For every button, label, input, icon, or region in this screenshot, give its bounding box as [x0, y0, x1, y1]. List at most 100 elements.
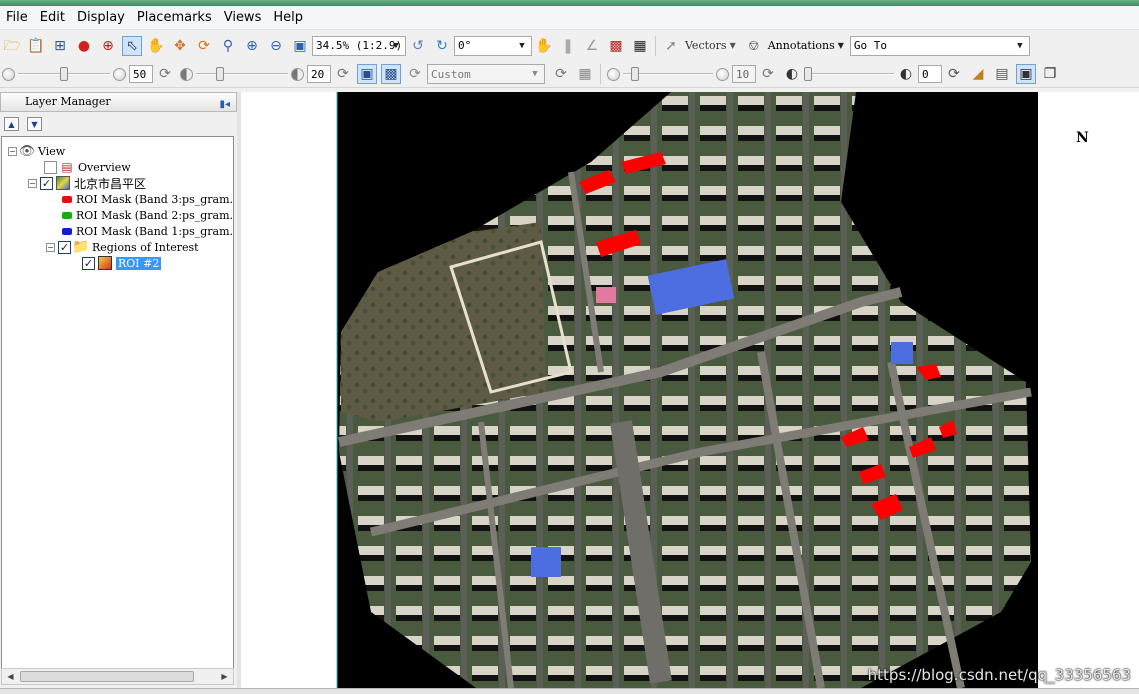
- menu-display[interactable]: Display: [71, 8, 131, 28]
- stretch-combo[interactable]: Custom ▼: [427, 64, 545, 84]
- annotations-icon[interactable]: ⎊: [744, 36, 764, 56]
- overview-checkbox[interactable]: [44, 160, 57, 174]
- chevron-down-icon: ▼: [729, 41, 736, 50]
- tree-item-overview[interactable]: ▤ Overview: [44, 159, 131, 175]
- placemark-pin-icon[interactable]: ●: [74, 36, 94, 56]
- goto-value: Go To: [853, 39, 888, 52]
- transparency-field[interactable]: 0: [918, 65, 942, 83]
- annotations-dropdown[interactable]: Annotations: [768, 39, 835, 52]
- chevron-down-icon: ▼: [532, 69, 538, 79]
- status-bar: [0, 688, 1139, 694]
- rotate-icon[interactable]: ⟳: [194, 36, 214, 56]
- sharpen-slider[interactable]: [623, 64, 713, 84]
- menu-file[interactable]: File: [0, 8, 34, 28]
- slider-thumb[interactable]: [216, 67, 224, 81]
- reset-contrast-icon[interactable]: ⟳: [333, 64, 353, 84]
- brightness-slider[interactable]: [18, 64, 110, 84]
- reset-stretch-icon[interactable]: ⟳: [551, 64, 571, 84]
- slider-track: [804, 73, 894, 75]
- stretch-refresh-icon[interactable]: ⟳: [405, 64, 425, 84]
- rotate-right-icon[interactable]: ↻: [432, 36, 452, 56]
- dock-pin-icon[interactable]: ▮◂: [219, 96, 230, 114]
- transparency-low-icon: ◐: [785, 66, 799, 82]
- menu-placemarks[interactable]: Placemarks: [131, 8, 218, 28]
- chart-window-icon[interactable]: ▤: [992, 64, 1012, 84]
- contrast-field[interactable]: 20: [307, 65, 331, 83]
- open-folder-icon[interactable]: 🗁: [2, 36, 22, 56]
- multi-view-icon[interactable]: ❐: [1040, 64, 1060, 84]
- roi-checkbox[interactable]: ✓: [82, 256, 95, 270]
- sharpen-field[interactable]: 10: [732, 65, 756, 83]
- blue-roof: [531, 547, 561, 577]
- slider-thumb[interactable]: [631, 67, 639, 81]
- stretch-view-icon[interactable]: ▩: [381, 64, 401, 84]
- vectors-dropdown[interactable]: Vectors: [685, 39, 727, 52]
- contrast-high-icon: [291, 67, 304, 81]
- roi-tool-icon[interactable]: ▩: [606, 36, 626, 56]
- collapse-toggle[interactable]: −: [28, 178, 37, 188]
- blue-roof: [891, 342, 913, 364]
- reset-transparency-icon[interactable]: ⟳: [944, 64, 964, 84]
- single-view-icon[interactable]: ▣: [1016, 64, 1036, 84]
- tree-horizontal-scrollbar[interactable]: ◀ ▶: [1, 668, 234, 685]
- fly-icon[interactable]: ✥: [170, 36, 190, 56]
- zoom-in-icon[interactable]: ⊕: [242, 36, 262, 56]
- collapse-toggle[interactable]: −: [46, 242, 55, 252]
- layer-manager-title: Layer Manager ▮◂: [0, 92, 237, 112]
- green-band-icon: [62, 211, 72, 219]
- scroll-thumb[interactable]: [20, 671, 194, 682]
- collapse-toggle[interactable]: −: [8, 146, 17, 156]
- vectors-icon[interactable]: ➚: [661, 36, 681, 56]
- scroll-left-icon[interactable]: ◀: [2, 669, 19, 684]
- transparency-slider[interactable]: [804, 64, 894, 84]
- move-up-button[interactable]: ▲: [4, 117, 19, 131]
- rotate-left-icon[interactable]: ↺: [408, 36, 428, 56]
- zoom-icon[interactable]: ⚲: [218, 36, 238, 56]
- goto-combo[interactable]: Go To ▼: [849, 35, 1030, 56]
- slider-thumb[interactable]: [804, 67, 812, 81]
- move-down-button[interactable]: ▼: [27, 117, 42, 131]
- pan-hand-icon[interactable]: ✋: [146, 36, 166, 56]
- stretch-full-icon[interactable]: ▣: [357, 64, 377, 84]
- tree-item-roi-2[interactable]: ✓ ROI #2: [82, 255, 162, 271]
- eye-icon: 👁: [18, 143, 36, 159]
- red-band-icon: [62, 195, 72, 203]
- transparency-high-icon: ◐: [899, 66, 913, 82]
- reset-brightness-icon[interactable]: ⟳: [155, 64, 175, 84]
- bars-icon[interactable]: ❚: [558, 36, 578, 56]
- raster-checkbox[interactable]: ✓: [40, 176, 53, 190]
- menu-bar: File Edit Display Placemarks Views Help: [0, 6, 1139, 30]
- brightness-field[interactable]: 50: [129, 65, 153, 83]
- histogram-icon[interactable]: ▦: [575, 64, 595, 84]
- menu-help[interactable]: Help: [267, 8, 309, 28]
- tree-item-regions-of-interest[interactable]: − ✓ 📁 Regions of Interest: [46, 239, 199, 255]
- zoom-out-icon[interactable]: ⊖: [266, 36, 286, 56]
- tree-item-band-2[interactable]: ROI Mask (Band 2:ps_gram.: [60, 207, 233, 223]
- toolbar-separator: [655, 35, 656, 56]
- crop-icon[interactable]: ⊞: [50, 36, 70, 56]
- slider-thumb[interactable]: [60, 67, 68, 81]
- ruler-icon[interactable]: ◢: [968, 64, 988, 84]
- select-pointer-icon[interactable]: ⬁: [122, 35, 142, 56]
- tree-item-view[interactable]: − 👁 View: [8, 143, 65, 159]
- tree-item-band-1[interactable]: ROI Mask (Band 1:ps_gram.: [60, 223, 233, 239]
- clipboard-icon[interactable]: 📋: [26, 36, 46, 56]
- tree-item-band-3[interactable]: ROI Mask (Band 3:ps_gram.: [60, 191, 233, 207]
- reset-sharpen-icon[interactable]: ⟳: [758, 64, 778, 84]
- chevron-down-icon: ▼: [837, 41, 844, 50]
- zoom-fit-icon[interactable]: ▣: [290, 36, 310, 56]
- image-view[interactable]: N https://blog.csdn.net/qq_33356563: [241, 92, 1139, 688]
- roi-folder-checkbox[interactable]: ✓: [58, 240, 71, 254]
- hand-disabled-icon[interactable]: ✋: [534, 36, 554, 56]
- menu-edit[interactable]: Edit: [34, 8, 71, 28]
- contrast-slider[interactable]: [196, 64, 288, 84]
- blue-band-icon: [62, 227, 72, 235]
- zoom-combo[interactable]: 34.5% (1:2.9) ▼: [312, 35, 406, 56]
- scroll-right-icon[interactable]: ▶: [216, 669, 233, 684]
- crosshair-icon[interactable]: ⊕: [98, 36, 118, 56]
- measure-icon[interactable]: ∠: [582, 36, 602, 56]
- counter-icon[interactable]: ▦: [630, 36, 650, 56]
- tree-item-raster[interactable]: − ✓ 北京市昌平区: [28, 175, 146, 191]
- menu-views[interactable]: Views: [218, 8, 268, 28]
- rotation-combo[interactable]: 0° ▼: [454, 35, 532, 56]
